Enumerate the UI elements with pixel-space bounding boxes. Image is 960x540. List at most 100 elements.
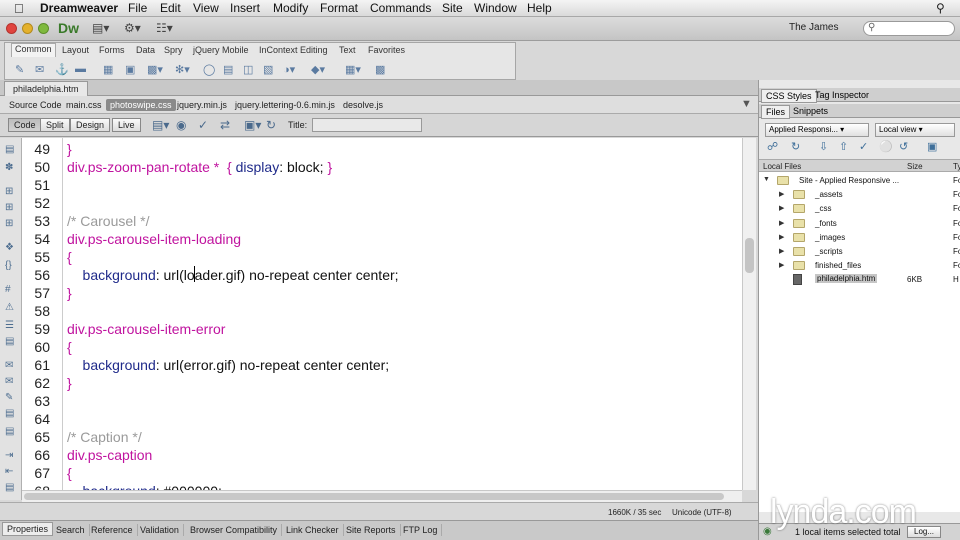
server-include-icon[interactable]: ▤ — [223, 63, 233, 76]
disclosure-collapsed-icon[interactable]: ▶ — [779, 247, 784, 255]
div-icon[interactable]: ▣ — [125, 63, 135, 76]
disclosure-collapsed-icon[interactable]: ▶ — [779, 190, 784, 198]
horizontal-rule-icon[interactable]: ▬ — [75, 63, 86, 75]
insert-tab-forms[interactable]: Forms — [99, 45, 125, 55]
anchor-icon[interactable]: ⚓ — [55, 63, 69, 76]
tab-files[interactable]: Files — [761, 105, 791, 119]
highlight-invalid-icon[interactable]: ⚠ — [5, 302, 14, 313]
code-horizontal-scroll-thumb[interactable] — [24, 493, 724, 500]
refresh-files-icon[interactable]: ↻ — [791, 140, 800, 153]
site-icon[interactable]: ☷▾ — [156, 21, 173, 35]
code-vertical-scroll-thumb[interactable] — [745, 238, 754, 273]
comment-icon[interactable]: ◫ — [243, 63, 253, 76]
inspect-icon[interactable]: ⇄ — [220, 118, 230, 132]
code-line[interactable]: /* Caption */ — [67, 428, 142, 446]
email-icon[interactable]: ✉ — [35, 63, 44, 76]
code-line[interactable]: div.ps-caption — [67, 446, 152, 464]
code-line[interactable]: } — [67, 374, 72, 392]
file-tree-item[interactable]: ▼ Site - Applied Responsive ... Fo — [759, 174, 960, 188]
gear-icon[interactable]: ⚙▾ — [124, 21, 141, 35]
head-icon[interactable]: ▧ — [263, 63, 273, 76]
insert-tab-incontext[interactable]: InContext Editing — [259, 45, 328, 55]
check-in-icon[interactable]: ⚪ — [879, 140, 893, 153]
refresh-icon[interactable]: ↻ — [266, 118, 276, 132]
wrap-tag-icon[interactable]: ✎ — [5, 392, 13, 403]
site-select[interactable]: Applied Responsi... ▾ — [765, 123, 869, 137]
code-line[interactable]: div.ps-carousel-item-loading — [67, 230, 241, 248]
tab-snippets[interactable]: Snippets — [789, 105, 832, 117]
filter-icon[interactable]: ▼ — [741, 98, 752, 110]
code-view-button[interactable]: Code — [8, 118, 42, 132]
move-css-icon[interactable]: ▤ — [5, 426, 14, 437]
check-out-icon[interactable]: ✓ — [859, 140, 868, 153]
code-line[interactable]: } — [67, 140, 72, 158]
preview-browser-icon[interactable]: ◉ — [176, 118, 186, 132]
file-tree-item[interactable]: ▶ _fonts Fo — [759, 217, 960, 231]
file-tree-item[interactable]: ▶ _assets Fo — [759, 188, 960, 202]
tab-reference[interactable]: Reference — [87, 524, 138, 536]
tab-validation[interactable]: Validation — [136, 524, 184, 536]
live-view-button[interactable]: Live — [112, 118, 141, 132]
synchronize-icon[interactable]: ↺ — [899, 140, 908, 153]
hyperlink-icon[interactable]: ✎ — [15, 63, 24, 76]
related-main-css[interactable]: main.css — [66, 100, 102, 110]
tab-css-styles[interactable]: CSS Styles — [761, 89, 817, 103]
code-line[interactable]: { — [67, 338, 72, 356]
view-select[interactable]: Local view ▾ — [875, 123, 955, 137]
code-vertical-scrollbar[interactable] — [742, 138, 756, 490]
insert-tab-favorites[interactable]: Favorites — [368, 45, 405, 55]
code-line[interactable]: background: url(loader.gif) no-repeat ce… — [67, 266, 399, 284]
code-line[interactable]: { — [67, 248, 72, 266]
disclosure-expanded-icon[interactable]: ▼ — [763, 176, 770, 183]
menu-commands[interactable]: Commands — [370, 1, 431, 15]
related-photoswipe-css[interactable]: photoswipe.css — [106, 99, 176, 111]
header-local-files[interactable]: Local Files — [763, 162, 801, 171]
syntax-coloring-icon[interactable]: ☰ — [5, 320, 14, 331]
disclosure-collapsed-icon[interactable]: ▶ — [779, 233, 784, 241]
open-documents-icon[interactable]: ▤ — [5, 144, 14, 155]
menu-modify[interactable]: Modify — [273, 1, 308, 15]
related-source-code[interactable]: Source Code — [9, 100, 62, 110]
show-code-navigator-icon[interactable]: ✽ — [5, 162, 13, 173]
tab-site-reports[interactable]: Site Reports — [342, 524, 401, 536]
code-line[interactable]: } — [67, 284, 72, 302]
code-horizontal-scrollbar[interactable] — [22, 490, 742, 502]
menu-site[interactable]: Site — [442, 1, 463, 15]
zoom-window-icon[interactable] — [38, 23, 49, 34]
tab-tag-inspector[interactable]: Tag Inspector — [811, 89, 873, 101]
header-size[interactable]: Size — [907, 162, 923, 171]
collapse-selection-icon[interactable]: ⊞ — [5, 202, 13, 213]
menu-help[interactable]: Help — [527, 1, 552, 15]
insert-tab-common[interactable]: Common — [11, 43, 56, 57]
split-view-button[interactable]: Split — [40, 118, 70, 132]
insert-tab-layout[interactable]: Layout — [62, 45, 89, 55]
format-source-icon[interactable]: ▤ — [5, 482, 14, 493]
media-icon[interactable]: ✻▾ — [175, 63, 190, 76]
related-jquery-lettering-js[interactable]: jquery.lettering-0.6.min.js — [235, 100, 335, 110]
minimize-window-icon[interactable] — [22, 23, 33, 34]
check-page-icon[interactable]: ✓ — [198, 118, 208, 132]
tab-ftp-log[interactable]: FTP Log — [399, 524, 443, 536]
search-input[interactable]: ⚲ — [863, 21, 955, 36]
apple-icon[interactable]:  — [14, 1, 24, 16]
recent-snippets-icon[interactable]: ▤ — [5, 408, 14, 419]
menu-format[interactable]: Format — [320, 1, 358, 15]
multiscreen-icon[interactable]: ▤▾ — [152, 118, 169, 132]
tag-chooser-icon[interactable]: ▦▾ — [345, 63, 361, 76]
related-jquery-min-js[interactable]: jquery.min.js — [177, 100, 227, 110]
code-line[interactable]: /* Carousel */ — [67, 212, 149, 230]
menu-window[interactable]: Window — [474, 1, 517, 15]
insert-tab-data[interactable]: Data — [136, 45, 155, 55]
put-files-icon[interactable]: ⇧ — [839, 140, 848, 153]
tab-browser-compatibility[interactable]: Browser Compatibility — [186, 524, 283, 536]
file-tree-item[interactable]: ▶ finished_files Fo — [759, 259, 960, 273]
expand-all-icon[interactable]: ⊞ — [5, 218, 13, 229]
insert-tab-spry[interactable]: Spry — [164, 45, 183, 55]
image-icon[interactable]: ▩▾ — [147, 63, 163, 76]
indent-code-icon[interactable]: ⇥ — [5, 450, 13, 461]
outdent-code-icon[interactable]: ⇤ — [5, 466, 13, 477]
disclosure-collapsed-icon[interactable]: ▶ — [779, 204, 784, 212]
workspace-name[interactable]: The James — [789, 22, 838, 33]
code-line[interactable]: background: #000000; — [67, 482, 222, 490]
code-line[interactable]: background: url(error.gif) no-repeat cen… — [67, 356, 390, 374]
